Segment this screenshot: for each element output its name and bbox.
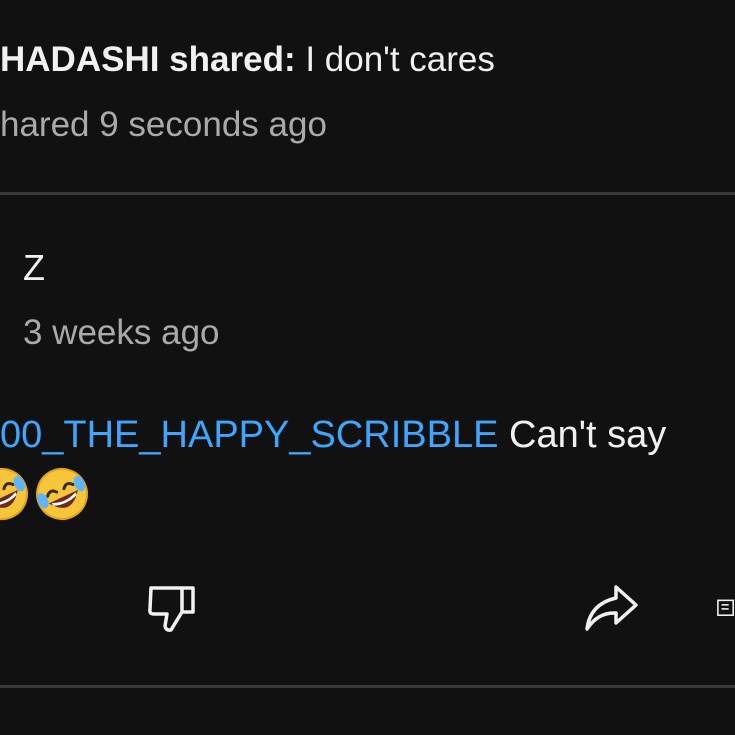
divider xyxy=(0,192,735,195)
thumb-down-icon xyxy=(148,586,195,632)
comment-author[interactable]: Z xyxy=(23,244,45,292)
shared-post-text: I don't cares xyxy=(295,40,495,79)
divider xyxy=(0,685,735,688)
save-to-playlist-icon xyxy=(717,599,734,616)
shared-post-line: HADASHI shared: I don't cares xyxy=(0,36,495,84)
save-button[interactable] xyxy=(706,578,735,638)
rofl-emoji-icon xyxy=(0,468,28,520)
share-arrow-icon xyxy=(585,585,638,631)
comment-timestamp: 3 weeks ago xyxy=(23,313,220,352)
comment-body: Can't say xyxy=(498,414,667,456)
shared-post-timestamp: hared 9 seconds ago xyxy=(0,105,327,144)
emoji-row xyxy=(0,466,94,522)
rofl-emoji-icon xyxy=(36,468,88,520)
mention-link[interactable]: 00_THE_HAPPY_SCRIBBLE xyxy=(0,414,498,456)
shared-post-author[interactable]: HADASHI shared: xyxy=(0,40,296,79)
share-button[interactable] xyxy=(578,578,644,638)
dislike-button[interactable] xyxy=(140,578,204,638)
comment-text: 00_THE_HAPPY_SCRIBBLE Can't say xyxy=(0,410,666,460)
